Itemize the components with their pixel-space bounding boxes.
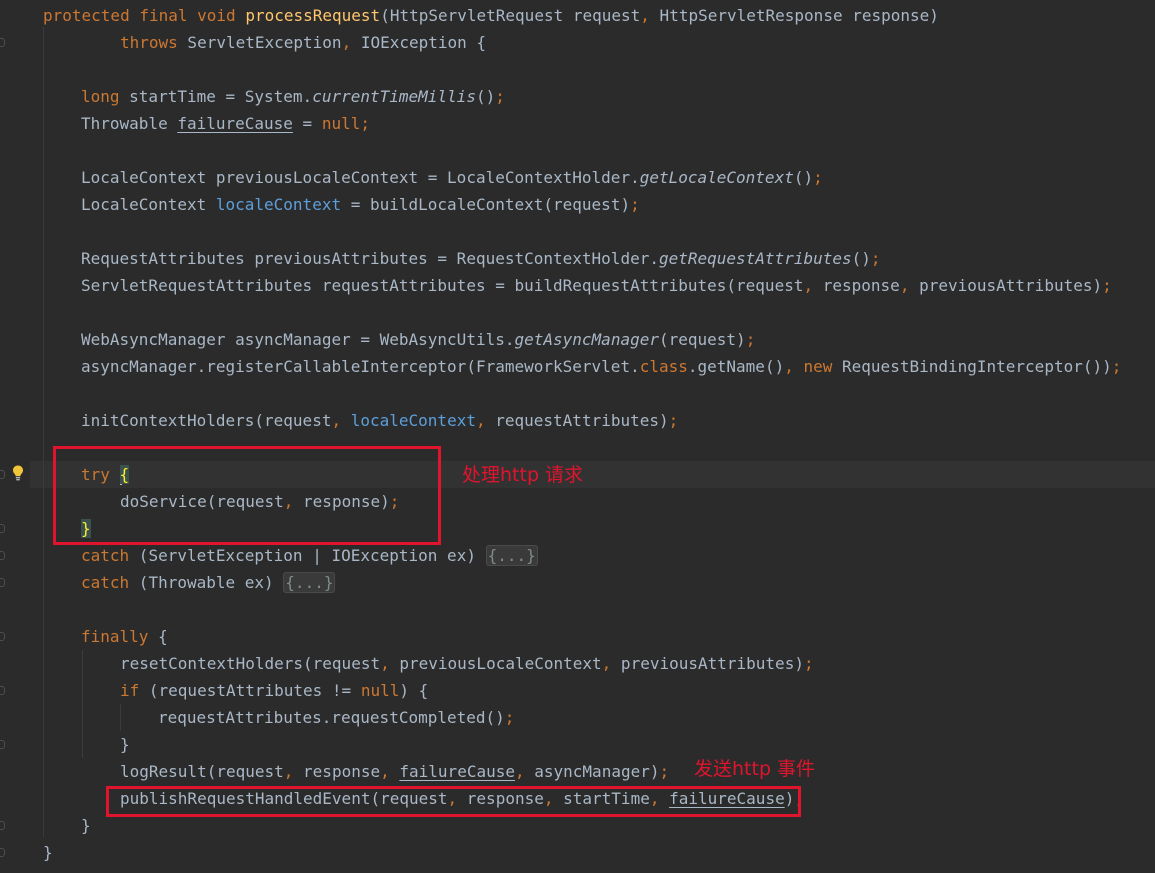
code-line: catch (Throwable ex) {...} — [81, 572, 336, 593]
code-line: } — [81, 816, 91, 835]
code-line: catch (ServletException | IOException ex… — [81, 545, 538, 566]
code-line: requestAttributes.requestCompleted(); — [158, 708, 515, 727]
lightbulb-icon[interactable] — [12, 465, 24, 481]
code-line: logResult(request, response, failureCaus… — [120, 762, 670, 781]
code-line: asyncManager.registerCallableInterceptor… — [81, 357, 1122, 376]
code-line: ServletRequestAttributes requestAttribut… — [81, 276, 1112, 295]
try-block-highlight-box — [53, 446, 441, 545]
code-line: initContextHolders(request, localeContex… — [81, 411, 679, 430]
code-line: if (requestAttributes != null) { — [120, 681, 429, 700]
fold-marker-icon[interactable] — [0, 470, 5, 479]
fold-marker-icon[interactable] — [0, 821, 5, 830]
fold-marker-icon[interactable] — [0, 38, 5, 47]
code-editor[interactable]: protected final void processRequest(Http… — [0, 0, 1155, 873]
code-line: resetContextHolders(request, previousLoc… — [120, 654, 814, 673]
code-line: WebAsyncManager asyncManager = WebAsyncU… — [81, 330, 756, 349]
fold-marker-icon[interactable] — [0, 632, 5, 641]
fold-marker-icon[interactable] — [0, 848, 5, 857]
code-line: long startTime = System.currentTimeMilli… — [81, 87, 505, 106]
code-line: protected final void processRequest(Http… — [43, 6, 939, 25]
code-line: LocaleContext previousLocaleContext = Lo… — [81, 168, 823, 187]
code-line: LocaleContext localeContext = buildLocal… — [81, 195, 640, 214]
fold-marker-icon[interactable] — [0, 524, 5, 533]
code-line: throws ServletException, IOException { — [120, 33, 487, 52]
code-line: finally { — [81, 627, 168, 646]
indent-guide — [43, 27, 44, 837]
publish-event-highlight-box — [106, 786, 801, 817]
publish-event-annotation: 发送http 事件 — [694, 758, 816, 780]
fold-marker-icon[interactable] — [0, 740, 5, 749]
try-block-annotation: 处理http 请求 — [462, 464, 584, 486]
fold-marker-icon[interactable] — [0, 578, 5, 587]
code-line: Throwable failureCause = null; — [81, 114, 370, 133]
indent-guide — [82, 650, 83, 758]
fold-marker-icon[interactable] — [0, 686, 5, 695]
indent-guide — [120, 704, 121, 731]
code-line: } — [120, 735, 130, 754]
fold-marker-icon[interactable] — [0, 551, 5, 560]
editor-gutter — [0, 0, 30, 873]
code-line: RequestAttributes previousAttributes = R… — [81, 249, 881, 268]
code-line: } — [43, 843, 53, 862]
